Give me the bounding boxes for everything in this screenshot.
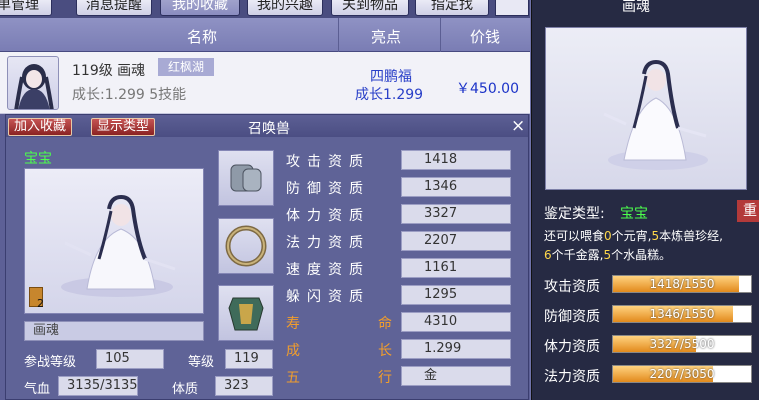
column-divider xyxy=(440,18,441,52)
stat-label-attack: 攻击资质 xyxy=(286,154,370,170)
preview-title: 画魂 xyxy=(622,0,650,15)
bar-defense: 1346/1550 xyxy=(612,305,752,323)
stat-value-growth: 1.299 xyxy=(401,339,511,359)
stat-value-attack: 1418 xyxy=(401,150,511,170)
bar-label-stamina: 体力资质 xyxy=(544,339,600,355)
listing-name: 119级 画魂 xyxy=(72,63,146,79)
level-label: 等级 xyxy=(188,355,215,370)
tab-bar: 订单管理 消息提醒 我的收藏 我的兴趣 关到物品 指定找 xyxy=(0,0,530,18)
pet-avatar xyxy=(7,56,59,110)
bar-attack: 1418/1550 xyxy=(612,275,752,293)
stat-value-magic: 2207 xyxy=(401,231,511,251)
stat-label-dodge: 躲闪资质 xyxy=(286,289,370,305)
tab-interests[interactable]: 我的兴趣 xyxy=(247,0,323,16)
server-badge: 红枫湖 xyxy=(158,58,214,76)
stat-label-stamina: 体力资质 xyxy=(286,208,370,224)
add-favorite-button[interactable]: 加入收藏 xyxy=(8,118,73,136)
pet-portrait: 2 xyxy=(24,168,204,314)
stat-label-lifespan: 寿 命 xyxy=(286,316,392,332)
bar-stamina: 3327/5500 xyxy=(612,335,752,353)
header-name: 名称 xyxy=(187,28,218,46)
stat-value-speed: 1161 xyxy=(401,258,511,278)
highlight-growth: 成长1.299 xyxy=(355,87,424,103)
reset-tab[interactable]: 重 xyxy=(737,200,759,222)
header-price: 价钱 xyxy=(470,28,501,46)
listing-growth: 成长:1.299 5技能 xyxy=(72,87,187,103)
hp-value: 3135/3135 xyxy=(58,376,138,396)
bar-text-attack: 1418/1550 xyxy=(649,277,715,291)
bar-text-magic: 2207/3050 xyxy=(649,367,715,381)
tab-find[interactable]: 指定找 xyxy=(415,0,489,16)
pet-name-field[interactable]: 画魂 xyxy=(24,321,204,341)
ring-icon xyxy=(225,225,267,267)
tab-orders[interactable]: 订单管理 xyxy=(0,0,52,16)
listing-price: ￥450.00 xyxy=(456,81,519,97)
preview-portrait xyxy=(545,27,747,190)
stat-value-element: 金 xyxy=(401,366,511,386)
preview-panel: 画魂 鉴定类型: 宝宝 重 还可以喂食0个元宵,5本炼兽珍经, 6个千金露,5个… xyxy=(531,0,759,400)
equip-slot-armband[interactable] xyxy=(218,150,274,206)
header-highlight: 亮点 xyxy=(371,28,402,46)
stat-value-stamina: 3327 xyxy=(401,204,511,224)
bar-label-magic: 法力资质 xyxy=(544,369,600,385)
bar-text-defense: 1346/1550 xyxy=(649,307,715,321)
hp-label: 气血 xyxy=(24,382,51,397)
appraise-type-value: 宝宝 xyxy=(620,206,648,222)
stat-label-element: 五 行 xyxy=(286,370,392,386)
window-title: 召唤兽 xyxy=(248,121,290,137)
search-input[interactable] xyxy=(495,0,529,16)
battle-level-label: 参战等级 xyxy=(24,355,77,370)
armband-icon xyxy=(230,164,262,192)
window-title-bar: 加入收藏 显示类型 召唤兽 × xyxy=(6,115,528,137)
stat-label-growth: 成 长 xyxy=(286,343,392,359)
tab-favorites[interactable]: 我的收藏 xyxy=(160,0,240,16)
physique-value: 323 xyxy=(215,376,273,396)
show-type-button[interactable]: 显示类型 xyxy=(91,118,156,136)
level-value: 119 xyxy=(225,349,273,369)
stat-value-lifespan: 4310 xyxy=(401,312,511,332)
tab-buy-items[interactable]: 关到物品 xyxy=(331,0,409,16)
bar-label-defense: 防御资质 xyxy=(544,309,600,325)
close-icon[interactable]: × xyxy=(511,116,525,136)
appraise-type-label: 鉴定类型: xyxy=(544,206,605,222)
armor-icon xyxy=(228,297,264,331)
pet-detail-window: 加入收藏 显示类型 召唤兽 × 宝宝 2 画魂 攻击资质 1418 防御资质 1… xyxy=(5,114,529,400)
table-header: 名称 亮点 价钱 xyxy=(0,18,530,52)
equip-slot-armor[interactable] xyxy=(218,285,274,341)
feed-info: 还可以喂食0个元宵,5本炼兽珍经, 6个千金露,5个水晶糕。 xyxy=(544,229,723,262)
stat-label-speed: 速度资质 xyxy=(286,262,370,278)
stat-label-magic: 法力资质 xyxy=(286,235,370,251)
stat-value-dodge: 1295 xyxy=(401,285,511,305)
tab-messages[interactable]: 消息提醒 xyxy=(76,0,152,16)
table-row[interactable]: 119级 画魂 红枫湖 成长:1.299 5技能 四鹏福 成长1.299 ￥45… xyxy=(0,52,530,114)
bar-label-attack: 攻击资质 xyxy=(544,279,600,295)
card-count: 2 xyxy=(37,297,44,310)
column-divider xyxy=(338,18,339,52)
stat-label-defense: 防御资质 xyxy=(286,181,370,197)
bar-text-stamina: 3327/5500 xyxy=(649,337,715,351)
bar-magic: 2207/3050 xyxy=(612,365,752,383)
baby-label: 宝宝 xyxy=(24,151,52,167)
highlight-skill: 四鹏福 xyxy=(370,69,412,85)
battle-level-value: 105 xyxy=(96,349,164,369)
equip-slot-ring[interactable] xyxy=(218,218,274,274)
physique-label: 体质 xyxy=(172,382,199,397)
stat-value-defense: 1346 xyxy=(401,177,511,197)
